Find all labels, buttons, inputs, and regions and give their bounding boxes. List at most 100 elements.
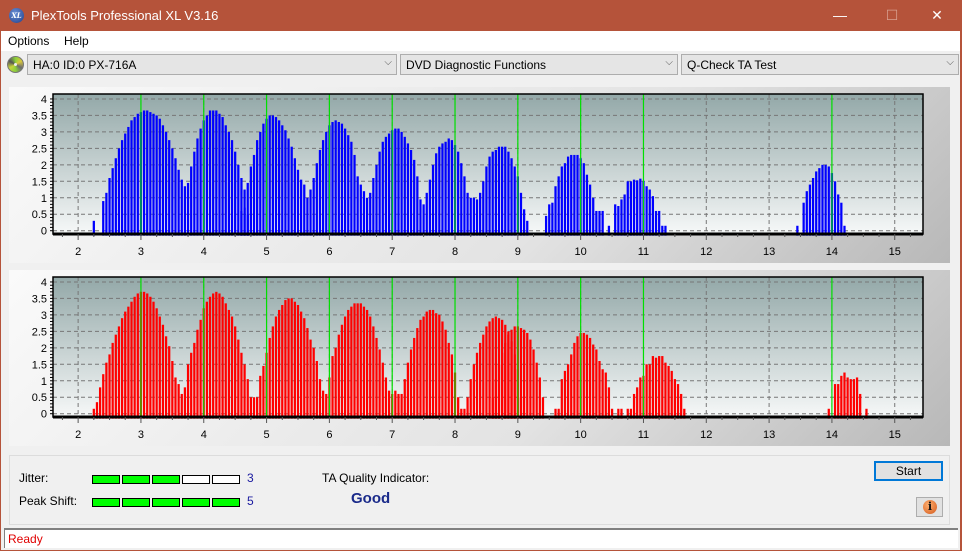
bar <box>413 159 416 236</box>
bar <box>299 311 303 419</box>
bar <box>463 176 466 236</box>
bar <box>230 140 234 236</box>
bar <box>532 349 535 419</box>
bar <box>284 300 287 419</box>
bar <box>331 356 334 419</box>
meter-segment <box>212 475 240 484</box>
bar <box>576 336 579 419</box>
bar <box>620 199 623 236</box>
status-bar: Ready <box>4 528 958 548</box>
bar <box>227 309 231 419</box>
close-button[interactable]: ✕ <box>914 0 960 31</box>
bar <box>133 117 136 236</box>
bar <box>369 316 372 419</box>
bar <box>246 379 249 419</box>
function-select[interactable]: DVD Diagnostic Functions ⌵ <box>400 54 678 75</box>
bar <box>557 176 560 236</box>
bar <box>397 393 400 419</box>
test-select[interactable]: Q-Check TA Test ⌵ <box>681 54 959 75</box>
minimize-button[interactable]: — <box>817 0 863 31</box>
ta-quality-value: Good <box>351 490 391 507</box>
bar <box>837 194 840 236</box>
bar <box>259 375 262 419</box>
bar <box>381 362 384 419</box>
bar <box>212 110 215 236</box>
maximize-button[interactable]: ☐ <box>869 0 915 31</box>
bar <box>372 178 375 236</box>
bar <box>161 125 165 236</box>
bar <box>419 199 422 236</box>
menu-help[interactable]: Help <box>64 34 89 48</box>
bar <box>409 150 413 236</box>
bar <box>852 379 856 419</box>
bar <box>529 339 532 419</box>
bar <box>306 328 309 419</box>
bar <box>387 133 391 236</box>
bar <box>359 184 362 236</box>
bar <box>296 305 300 419</box>
bar <box>425 311 428 419</box>
menu-options[interactable]: Options <box>8 34 49 48</box>
bar <box>224 303 227 419</box>
bar <box>127 126 130 236</box>
bar <box>299 179 303 236</box>
bar <box>504 146 507 236</box>
bar <box>190 352 193 419</box>
bar <box>243 364 246 419</box>
start-button[interactable]: Start <box>874 461 943 481</box>
bar <box>142 110 146 236</box>
bar <box>419 319 422 419</box>
bar <box>472 197 475 236</box>
y-tick-label: 3.5 <box>32 293 47 305</box>
bar <box>130 120 133 236</box>
bar <box>837 384 840 419</box>
bar <box>664 362 667 419</box>
bar <box>551 202 554 236</box>
bar <box>494 379 497 419</box>
bar <box>833 384 837 419</box>
bar <box>243 207 246 236</box>
bar <box>325 393 328 419</box>
meter-segment <box>92 498 120 507</box>
drive-select[interactable]: HA:0 ID:0 PX-716A ⌵ <box>27 54 397 75</box>
bar <box>168 140 171 236</box>
bar <box>114 158 117 236</box>
bar <box>457 397 460 419</box>
bar <box>183 387 187 419</box>
bar <box>563 370 567 419</box>
bar <box>347 309 350 419</box>
bar <box>466 192 469 236</box>
main-window: Options Help HA:0 ID:0 PX-716A ⌵ DVD Dia… <box>1 31 960 550</box>
app-logo-icon: XL <box>9 8 24 23</box>
bar <box>409 349 413 419</box>
bar <box>482 334 485 419</box>
bar <box>218 293 221 419</box>
bar <box>359 303 362 419</box>
bar <box>469 197 472 236</box>
bar <box>186 364 190 419</box>
bar <box>680 393 683 419</box>
bar <box>636 180 639 236</box>
bar <box>510 158 513 236</box>
bar <box>658 210 661 236</box>
info-button[interactable]: i <box>916 497 943 517</box>
bar <box>196 138 199 236</box>
y-tick-label: 2 <box>41 343 47 355</box>
bar <box>422 316 425 419</box>
bar <box>256 140 259 236</box>
bar <box>592 197 595 236</box>
bar <box>626 181 629 236</box>
bar <box>566 364 570 419</box>
y-tick-label: 1.5 <box>32 359 47 371</box>
bar <box>353 303 356 419</box>
bar <box>252 397 256 419</box>
bar <box>343 316 347 419</box>
bar <box>413 337 416 419</box>
bar <box>356 303 359 419</box>
bar <box>293 158 296 236</box>
x-tick-label: 6 <box>326 246 332 258</box>
bar <box>450 140 454 236</box>
x-tick-label: 3 <box>138 429 144 441</box>
bar <box>441 321 444 419</box>
bar <box>325 131 328 236</box>
